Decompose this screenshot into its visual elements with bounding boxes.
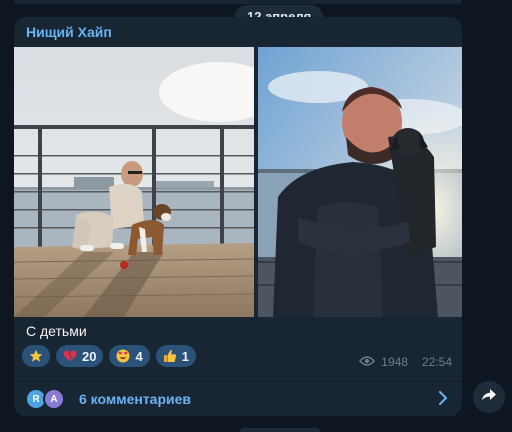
- post-photo-man-holding-puppy[interactable]: [258, 47, 462, 317]
- views-count: 1948: [381, 355, 408, 369]
- reaction-star[interactable]: [22, 345, 50, 367]
- reaction-count: 20: [82, 348, 97, 364]
- reaction-thumbs-up[interactable]: 1: [155, 345, 196, 367]
- share-button[interactable]: [473, 381, 505, 413]
- post-photo-man-with-dog-on-pier[interactable]: [14, 47, 254, 317]
- thumbs-up-icon: [163, 349, 177, 363]
- reaction-count: 4: [135, 348, 143, 364]
- post-time: 22:54: [421, 355, 452, 369]
- reaction-heart-eyes[interactable]: 4: [109, 345, 150, 367]
- broken-heart-icon: [63, 349, 77, 363]
- heart-eyes-face-icon: [116, 349, 130, 363]
- reactions-bar: 20 4 1: [22, 345, 196, 367]
- reaction-broken-heart[interactable]: 20: [56, 345, 104, 367]
- channel-name[interactable]: Нищий Хайп: [26, 24, 112, 40]
- comments-label: 6 комментариев: [79, 391, 192, 407]
- channel-post: Нищий Хайп С детьми 20 4 1 1948 22:54 R …: [14, 17, 462, 416]
- chevron-right-icon: [438, 391, 448, 410]
- post-caption: С детьми: [26, 323, 87, 339]
- next-message-edge: [240, 428, 320, 432]
- avatar: A: [43, 388, 65, 410]
- post-meta: 1948 22:54: [359, 355, 452, 369]
- previous-message-edge: [14, 0, 462, 4]
- eye-icon: [359, 355, 376, 369]
- share-arrow-icon: [481, 388, 497, 407]
- star-icon: [29, 349, 43, 363]
- comments-button[interactable]: R A 6 комментариев: [14, 382, 462, 416]
- reaction-count: 1: [181, 348, 189, 364]
